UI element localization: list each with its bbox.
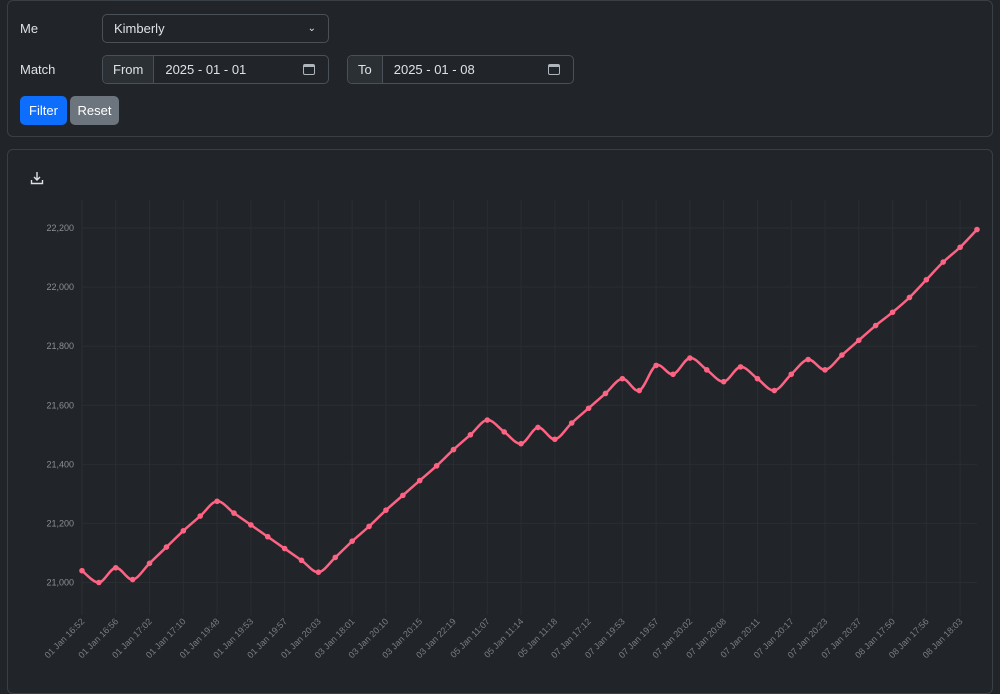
- data-point[interactable]: [974, 226, 980, 233]
- data-point[interactable]: [197, 513, 204, 519]
- y-tick-label: 21,400: [46, 459, 74, 469]
- y-tick-label: 21,800: [46, 341, 74, 351]
- data-point[interactable]: [788, 371, 795, 378]
- data-point[interactable]: [568, 420, 575, 426]
- y-tick-label: 22,000: [46, 282, 74, 292]
- data-point[interactable]: [839, 352, 845, 358]
- data-point[interactable]: [906, 294, 913, 301]
- data-point[interactable]: [619, 375, 626, 382]
- data-point[interactable]: [805, 356, 811, 363]
- data-point[interactable]: [754, 375, 761, 382]
- data-point[interactable]: [400, 492, 406, 499]
- data-point[interactable]: [771, 387, 778, 394]
- data-point[interactable]: [535, 424, 541, 431]
- data-point[interactable]: [450, 446, 457, 453]
- data-point[interactable]: [383, 507, 389, 513]
- data-point[interactable]: [585, 405, 592, 412]
- data-point[interactable]: [923, 276, 930, 283]
- data-point[interactable]: [889, 309, 896, 316]
- data-point[interactable]: [433, 463, 440, 469]
- data-point[interactable]: [501, 429, 507, 435]
- data-point[interactable]: [704, 367, 710, 373]
- data-point[interactable]: [231, 510, 237, 516]
- data-point[interactable]: [518, 440, 524, 447]
- data-point[interactable]: [872, 322, 879, 329]
- data-point[interactable]: [281, 545, 288, 552]
- data-point[interactable]: [855, 337, 862, 344]
- y-tick-label: 21,600: [46, 400, 74, 410]
- data-point[interactable]: [214, 498, 220, 505]
- data-point[interactable]: [332, 554, 339, 561]
- series-line: [81, 228, 978, 584]
- y-tick-label: 21,200: [46, 518, 74, 528]
- data-point[interactable]: [957, 244, 963, 251]
- data-point[interactable]: [96, 579, 102, 586]
- data-point[interactable]: [484, 417, 491, 423]
- data-point[interactable]: [602, 390, 609, 397]
- data-point[interactable]: [940, 259, 947, 265]
- data-point[interactable]: [146, 560, 153, 567]
- data-point[interactable]: [315, 569, 322, 575]
- data-point[interactable]: [822, 367, 828, 373]
- line-chart: 21,000 21,200 21,400 21,600 21,800 22,000 22,2…: [43, 200, 980, 660]
- data-point[interactable]: [467, 432, 474, 438]
- y-tick-label: 21,000: [46, 578, 74, 588]
- data-point[interactable]: [298, 557, 305, 564]
- data-point[interactable]: [112, 564, 119, 571]
- data-point[interactable]: [163, 544, 170, 550]
- data-point[interactable]: [737, 364, 744, 370]
- data-point[interactable]: [129, 576, 136, 583]
- data-point[interactable]: [552, 436, 558, 443]
- data-point[interactable]: [636, 387, 643, 394]
- data-point[interactable]: [670, 371, 676, 378]
- data-point[interactable]: [720, 378, 727, 385]
- data-point[interactable]: [349, 538, 355, 544]
- data-point[interactable]: [180, 528, 187, 534]
- data-point[interactable]: [366, 523, 372, 530]
- data-point[interactable]: [248, 522, 254, 528]
- data-point[interactable]: [264, 533, 271, 540]
- data-point[interactable]: [687, 355, 693, 361]
- data-point[interactable]: [416, 477, 423, 484]
- data-point[interactable]: [653, 362, 659, 369]
- y-tick-label: 22,200: [46, 223, 74, 233]
- data-point[interactable]: [79, 567, 85, 574]
